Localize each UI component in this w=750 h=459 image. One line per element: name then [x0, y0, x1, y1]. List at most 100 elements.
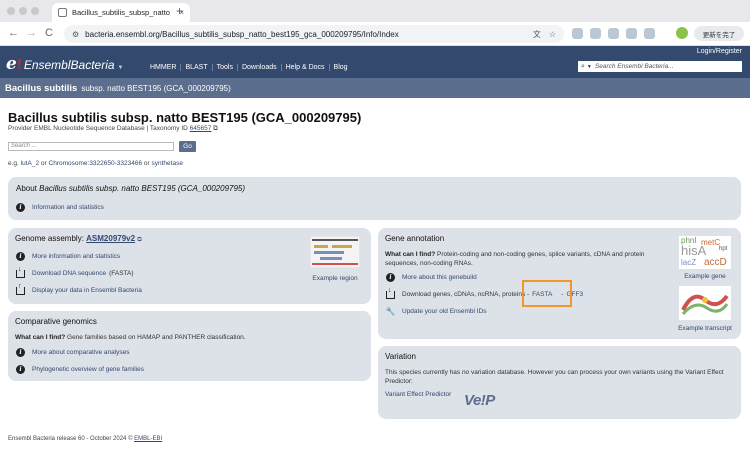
- chevron-down-icon[interactable]: ▼: [587, 64, 592, 70]
- page-title: Bacillus subtilis subsp. natto BEST195 (…: [8, 110, 362, 125]
- species-name[interactable]: Bacillus subtilis: [5, 83, 77, 94]
- example-link-luta[interactable]: lutA_2: [21, 160, 39, 167]
- info-statistics-row[interactable]: i Information and statistics: [16, 203, 104, 212]
- info-icon: i: [16, 348, 25, 357]
- gene-word: hpt: [719, 246, 728, 252]
- download-dna-link[interactable]: Download DNA sequence: [32, 270, 106, 277]
- translate-icon[interactable]: 文: [533, 29, 541, 40]
- comparative-more-row[interactable]: i More about comparative analyses: [16, 348, 130, 357]
- taxonomy-id-link[interactable]: 645657: [190, 125, 212, 132]
- comparative-what: What can I find? Gene families based on …: [15, 333, 246, 342]
- bookmark-star-icon[interactable]: ☆: [549, 30, 556, 39]
- annotation-what: What can I find? Protein-coding and non-…: [385, 250, 665, 268]
- logo-e: e: [6, 54, 17, 74]
- ensembl-bacteria-logo[interactable]: e ! EnsemblBacteria ▼: [6, 54, 124, 74]
- annotation-title: Gene annotation: [385, 234, 445, 243]
- nav-blast[interactable]: BLAST: [180, 64, 211, 71]
- download-icon: [386, 287, 395, 299]
- profile-avatar[interactable]: [676, 27, 688, 39]
- nav-hmmer[interactable]: HMMER: [146, 64, 180, 71]
- nav-downloads[interactable]: Downloads: [236, 64, 281, 71]
- example-gene-link[interactable]: Example gene: [674, 273, 736, 280]
- extension-icon[interactable]: [626, 28, 637, 39]
- search-icon[interactable]: ⌕: [581, 63, 585, 71]
- nav-blog[interactable]: Blog: [328, 64, 352, 71]
- phylo-row[interactable]: i Phylogenetic overview of gene families: [16, 365, 144, 374]
- about-title: About Bacillus subtilis subsp. natto BES…: [16, 184, 245, 193]
- phylogenetic-overview-link[interactable]: Phylogenetic overview of gene families: [32, 366, 144, 373]
- wrench-icon: 🔧: [385, 307, 396, 316]
- external-link-icon: ⧉: [213, 125, 218, 132]
- login-register-link[interactable]: Login/Register: [697, 48, 742, 55]
- header-search-input[interactable]: Search Ensembl Bacteria...: [595, 63, 674, 70]
- download-dna-row[interactable]: Download DNA sequence (FASTA): [16, 266, 134, 278]
- maximize-window-button[interactable]: [31, 7, 39, 15]
- nav-tools[interactable]: Tools: [211, 64, 237, 71]
- variation-panel: Variation This species currently has no …: [378, 346, 741, 419]
- example-region-link[interactable]: Example region: [304, 275, 366, 282]
- forward-icon[interactable]: →: [26, 27, 37, 39]
- vep-row[interactable]: Variant Effect Predictor: [385, 391, 451, 398]
- extension-icon[interactable]: [608, 28, 619, 39]
- update-ids-link[interactable]: Update your old Ensembl IDs: [402, 308, 487, 315]
- footer: Ensembl Bacteria release 60 - October 20…: [8, 436, 162, 442]
- gene-word: accD: [704, 257, 727, 268]
- extension-icon[interactable]: [590, 28, 601, 39]
- fasta-suffix: (FASTA): [109, 270, 134, 277]
- variation-text: This species currently has no variation …: [385, 369, 724, 385]
- chevron-down-icon[interactable]: ▼: [118, 65, 124, 71]
- example-link-synthetase[interactable]: synthetase: [152, 160, 183, 167]
- vep-logo[interactable]: Ve!P: [464, 392, 495, 409]
- address-bar[interactable]: ⚙ bacteria.ensembl.org/Bacillus_subtilis…: [64, 25, 564, 43]
- what-label: What can I find?: [385, 251, 436, 258]
- download-genes-text: Download genes, cDNAs, ncRNA, proteins -: [402, 291, 530, 298]
- example-link-chromosome[interactable]: Chromosome:3322650-3323466: [49, 160, 143, 167]
- assembly-more-row[interactable]: i More information and statistics: [16, 252, 120, 261]
- comparative-title: Comparative genomics: [15, 317, 97, 326]
- go-button[interactable]: Go: [179, 141, 196, 152]
- site-info-icon[interactable]: ⚙: [72, 30, 79, 39]
- download-icon: [16, 266, 25, 278]
- gene-word: hisA: [681, 243, 707, 258]
- update-ids-row[interactable]: 🔧 Update your old Ensembl IDs: [386, 307, 487, 316]
- assembly-name-link[interactable]: ASM20979v2: [86, 234, 135, 243]
- url-text[interactable]: bacteria.ensembl.org/Bacillus_subtilis_s…: [85, 30, 525, 39]
- nav-help-docs[interactable]: Help & Docs: [280, 64, 329, 71]
- page-favicon-icon: [58, 8, 67, 17]
- extension-icon[interactable]: [644, 28, 655, 39]
- logo-bang: !: [16, 56, 22, 73]
- tab-title: Bacillus_subtilis_subsp_natto: [72, 8, 170, 17]
- genome-assembly-panel: Genome assembly: ASM20979v2 ⧉ i More inf…: [8, 228, 371, 304]
- region-thumbnail-image[interactable]: [310, 236, 360, 268]
- vep-link[interactable]: Variant Effect Predictor: [385, 391, 451, 398]
- transcript-thumbnail-image[interactable]: [679, 286, 731, 320]
- display-data-link[interactable]: Display your data in Ensembl Bacteria: [32, 287, 142, 294]
- more-comparative-link[interactable]: More about comparative analyses: [32, 349, 130, 356]
- variation-title: Variation: [385, 352, 416, 361]
- reload-icon[interactable]: C: [45, 27, 53, 39]
- browser-tab[interactable]: Bacillus_subtilis_subsp_natto ×: [52, 3, 190, 22]
- extension-icon[interactable]: [572, 28, 583, 39]
- header-search[interactable]: ⌕ ▼ Search Ensembl Bacteria...: [578, 61, 742, 72]
- gene-word: lacZ: [681, 258, 697, 267]
- update-browser-button[interactable]: 更新を完了: [694, 26, 744, 41]
- more-info-statistics-link[interactable]: More information and statistics: [32, 253, 120, 260]
- genebuild-row[interactable]: i More about this genebuild: [386, 273, 477, 282]
- info-icon: i: [16, 365, 25, 374]
- minimize-window-button[interactable]: [19, 7, 27, 15]
- genebuild-link[interactable]: More about this genebuild: [402, 274, 477, 281]
- species-strain[interactable]: subsp. natto BEST195 (GCA_000209795): [81, 84, 230, 93]
- footer-text: Ensembl Bacteria release 60 - October 20…: [8, 436, 133, 442]
- ensembl-header: e ! EnsemblBacteria ▼ HMMER BLAST Tools …: [0, 46, 750, 78]
- example-transcript-link[interactable]: Example transcript: [674, 325, 736, 332]
- information-statistics-link[interactable]: Information and statistics: [32, 204, 104, 211]
- embl-ebi-link[interactable]: EMBL-EBI: [134, 436, 162, 442]
- assembly-title: Genome assembly: ASM20979v2 ⧉: [15, 234, 142, 244]
- or-text: or: [40, 160, 47, 167]
- close-window-button[interactable]: [7, 7, 15, 15]
- display-data-row[interactable]: Display your data in Ensembl Bacteria: [16, 283, 142, 295]
- new-tab-button[interactable]: +: [176, 4, 183, 18]
- gene-word-cloud-image[interactable]: phnI metC hpt hisA lacZ accD: [679, 236, 731, 269]
- species-search-input[interactable]: Search ...: [8, 142, 174, 151]
- back-icon[interactable]: ←: [8, 27, 19, 39]
